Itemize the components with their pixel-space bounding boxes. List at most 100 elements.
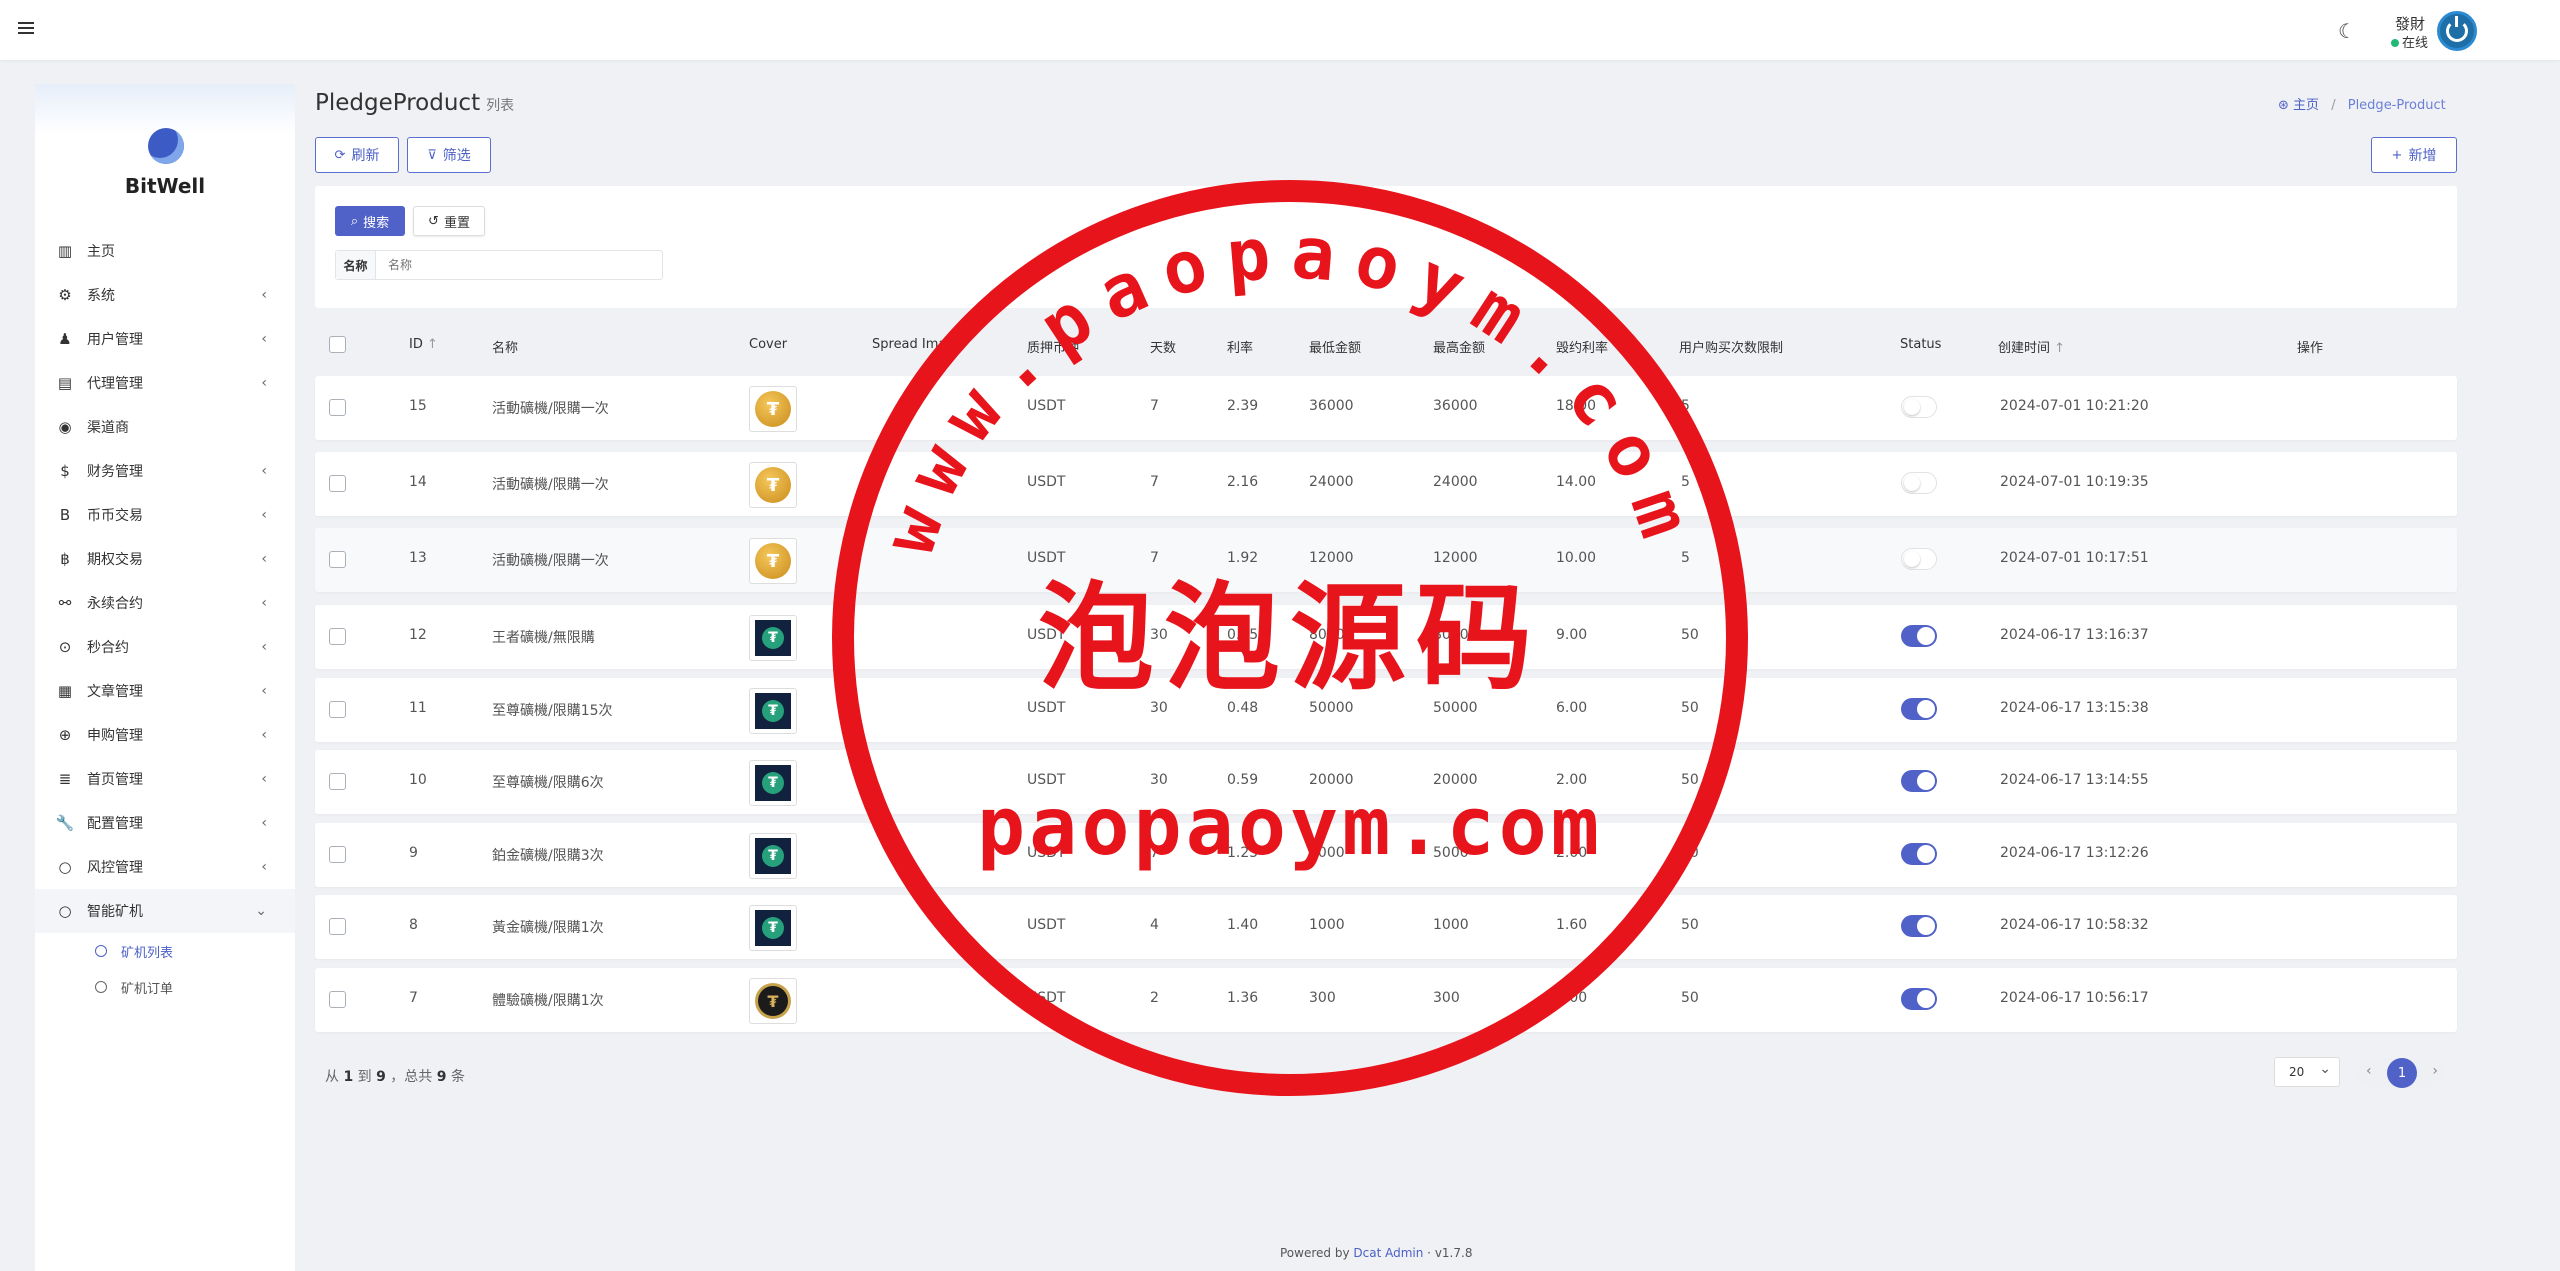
cell-cover-image[interactable]: ₮: [749, 615, 797, 661]
sidebar-item[interactable]: B 币币交易 ‹: [35, 493, 295, 537]
cell-cover-image[interactable]: ₮: [749, 538, 797, 584]
sidebar-item[interactable]: 🔧 配置管理 ‹: [35, 801, 295, 845]
sidebar-item[interactable]: ◉ 渠道商: [35, 405, 295, 449]
table-row: 10 至尊礦機/限購6次 USDT 30 0.59 20000 20000 2.00 50 202…: [315, 750, 2457, 814]
status-toggle[interactable]: [1901, 548, 1937, 570]
menu-toggle-icon[interactable]: [18, 19, 38, 39]
sidebar-item-label: 渠道商: [87, 420, 129, 436]
table-row: 14 活動礦機/限購一次 USDT 7 2.16 24000 24000 14.00 5 2024…: [315, 452, 2457, 516]
reset-label: 重置: [443, 215, 470, 231]
cell-purchase-limit: 50: [1681, 772, 1699, 788]
cell-penalty-rate: 1.60: [1556, 917, 1588, 933]
cell-id: 11: [409, 700, 427, 716]
cell-created-at: 2024-07-01 10:17:51: [2000, 550, 2149, 566]
cell-days: 7: [1150, 550, 1159, 566]
status-toggle[interactable]: [1901, 625, 1937, 647]
filter-button[interactable]: ⊽ 筛选: [407, 137, 491, 173]
row-checkbox[interactable]: [329, 918, 346, 935]
status-toggle[interactable]: [1901, 472, 1937, 494]
refresh-button[interactable]: ⟳ 刷新: [315, 137, 399, 173]
breadcrumb-home[interactable]: 主页: [2293, 98, 2319, 113]
sidebar: BitWell ▥ 主页 ⚙ 系统 ‹ ♟ 用户管理 ‹ ▤ 代理管理 ‹ ◉ 渠道商 $ 财务管理 ‹ B 币币…: [35, 84, 295, 1271]
row-checkbox[interactable]: [329, 773, 346, 790]
table-row: 15 活動礦機/限購一次 USDT 7 2.39 36000 36000 18.00 5 2024…: [315, 376, 2457, 440]
sidebar-item[interactable]: ≣ 首页管理 ‹: [35, 757, 295, 801]
cell-purchase-limit: 5: [1681, 550, 1690, 566]
column-header-created-at[interactable]: 创建时间 ↑: [1998, 337, 2065, 356]
cell-id: 9: [409, 845, 418, 861]
dark-mode-icon[interactable]: ☾: [2338, 20, 2360, 42]
chevron-left-icon: ‹: [261, 595, 267, 611]
status-toggle[interactable]: [1901, 915, 1937, 937]
cell-cover-image[interactable]: ₮: [749, 386, 797, 432]
sidebar-item[interactable]: ⊙ 秒合约 ‹: [35, 625, 295, 669]
sidebar-item[interactable]: ○ 风控管理 ‹: [35, 845, 295, 889]
sidebar-subitem[interactable]: 矿机列表: [35, 933, 295, 969]
cell-created-at: 2024-07-01 10:19:35: [2000, 474, 2149, 490]
chevron-left-icon: ‹: [261, 639, 267, 655]
chevron-left-icon: ‹: [261, 771, 267, 787]
sidebar-item[interactable]: ⚙ 系统 ‹: [35, 273, 295, 317]
next-page-icon[interactable]: ›: [2432, 1063, 2438, 1079]
row-checkbox[interactable]: [329, 701, 346, 718]
status-toggle[interactable]: [1901, 698, 1937, 720]
sidebar-item[interactable]: $ 财务管理 ‹: [35, 449, 295, 493]
cell-days: 7: [1150, 398, 1159, 414]
status-toggle[interactable]: [1901, 843, 1937, 865]
column-header-id[interactable]: ID ↑: [409, 337, 438, 352]
cell-currency: USDT: [1027, 990, 1066, 1006]
cell-cover-image[interactable]: ₮: [749, 905, 797, 951]
search-button[interactable]: ⌕ 搜索: [335, 206, 405, 236]
row-checkbox[interactable]: [329, 991, 346, 1008]
bitcoin-circle-icon: ฿: [60, 550, 70, 568]
select-all-checkbox[interactable]: [329, 336, 346, 353]
sidebar-item-label: 币币交易: [87, 508, 143, 524]
page-button-current[interactable]: 1: [2387, 1058, 2417, 1088]
sidebar-item-label: 财务管理: [87, 464, 143, 480]
cell-cover-image[interactable]: ₮: [749, 978, 797, 1024]
chevron-left-icon: ‹: [261, 815, 267, 831]
page-title-text: PledgeProduct: [315, 90, 481, 116]
sidebar-subitem-label: 矿机订单: [121, 981, 174, 997]
cell-name: 活動礦機/限購一次: [492, 477, 609, 493]
sidebar-item[interactable]: ฿ 期权交易 ‹: [35, 537, 295, 581]
status-toggle[interactable]: [1901, 396, 1937, 418]
cell-cover-image[interactable]: ₮: [749, 760, 797, 806]
new-button[interactable]: + 新增: [2371, 137, 2457, 173]
row-checkbox[interactable]: [329, 399, 346, 416]
row-checkbox[interactable]: [329, 475, 346, 492]
plus-icon: +: [2391, 147, 2403, 163]
sidebar-item[interactable]: ▥ 主页: [35, 229, 295, 273]
cell-currency: USDT: [1027, 550, 1066, 566]
cell-cover-image[interactable]: ₮: [749, 462, 797, 508]
sidebar-item[interactable]: ⚯ 永续合约 ‹: [35, 581, 295, 625]
row-checkbox[interactable]: [329, 551, 346, 568]
page-size-select[interactable]: 20: [2274, 1055, 2340, 1087]
sidebar-item[interactable]: ▤ 代理管理 ‹: [35, 361, 295, 405]
row-checkbox[interactable]: [329, 628, 346, 645]
cell-rate: 1.25: [1227, 845, 1259, 861]
cell-cover-image[interactable]: ₮: [749, 688, 797, 734]
sort-icon[interactable]: ↑: [2054, 341, 2065, 356]
status-toggle[interactable]: [1901, 988, 1937, 1010]
reset-button[interactable]: ↺ 重置: [413, 206, 485, 236]
dot-circle-icon: ⊙: [58, 638, 72, 656]
sidebar-item[interactable]: ▦ 文章管理 ‹: [35, 669, 295, 713]
status-toggle[interactable]: [1901, 770, 1937, 792]
sidebar-item[interactable]: ○ 智能矿机 ⌄: [35, 889, 295, 933]
avatar[interactable]: [2437, 11, 2477, 51]
row-checkbox[interactable]: [329, 846, 346, 863]
footer-link[interactable]: Dcat Admin: [1353, 1246, 1423, 1260]
name-filter-input[interactable]: [376, 251, 662, 279]
sidebar-item[interactable]: ⊕ 申购管理 ‹: [35, 713, 295, 757]
circle-icon: ○: [58, 902, 72, 920]
user-name[interactable]: 發財: [2395, 13, 2425, 34]
prev-page-icon[interactable]: ‹: [2366, 1063, 2372, 1079]
sidebar-item[interactable]: ♟ 用户管理 ‹: [35, 317, 295, 361]
brand-logo-icon: [148, 128, 184, 164]
cell-cover-image[interactable]: ₮: [749, 833, 797, 879]
cell-min-amount: 50000: [1309, 700, 1354, 716]
sidebar-subitem[interactable]: 矿机订单: [35, 969, 295, 1005]
sort-icon[interactable]: ↑: [427, 337, 438, 352]
column-header-actions: 操作: [2297, 341, 2324, 356]
